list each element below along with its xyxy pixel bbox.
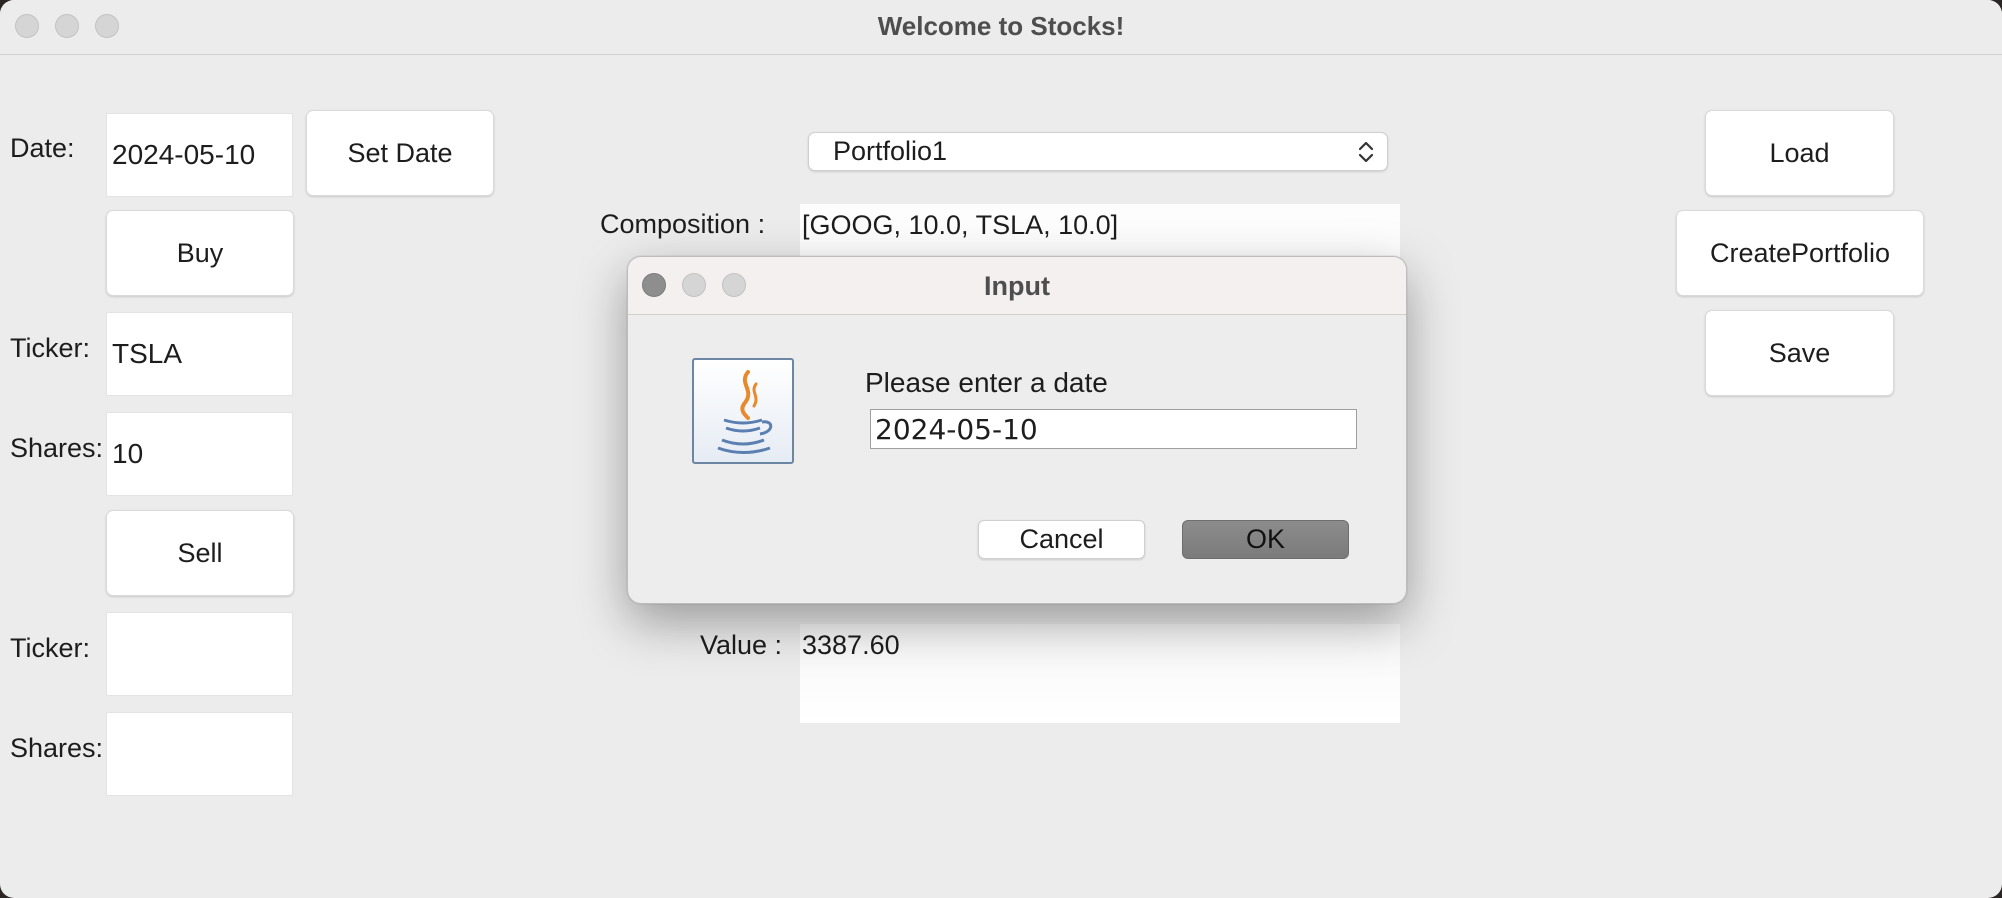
cancel-button[interactable]: Cancel [978, 520, 1145, 559]
input-dialog: Input Please enter a date 2024-05-10 Can… [627, 256, 1407, 604]
buy-ticker-field[interactable]: TSLA [106, 312, 293, 396]
ok-button[interactable]: OK [1182, 520, 1349, 559]
dialog-prompt: Please enter a date [865, 367, 1108, 398]
up-down-chevron-icon [1358, 141, 1374, 163]
portfolio-select[interactable]: Portfolio1 [808, 132, 1388, 171]
value-label: Value : [700, 630, 783, 660]
java-icon [692, 358, 794, 464]
date-label: Date: [10, 133, 75, 163]
create-portfolio-button[interactable]: CreatePortfolio [1676, 210, 1924, 296]
buy-shares-field[interactable]: 10 [106, 412, 293, 496]
date-field[interactable]: 2024-05-10 [106, 113, 293, 197]
dialog-titlebar: Input [628, 257, 1406, 315]
composition-label: Composition : [600, 209, 766, 239]
sell-shares-field[interactable] [106, 712, 293, 796]
save-button[interactable]: Save [1705, 310, 1894, 396]
buy-shares-label: Shares: [10, 433, 104, 463]
date-input[interactable]: 2024-05-10 [870, 409, 1357, 449]
load-button[interactable]: Load [1705, 110, 1894, 196]
sell-ticker-field[interactable] [106, 612, 293, 696]
portfolio-select-value: Portfolio1 [833, 136, 948, 166]
dialog-title: Input [984, 271, 1050, 301]
value-area: 3387.60 [800, 624, 1400, 723]
window-titlebar: Welcome to Stocks! [0, 0, 2002, 55]
main-window: Welcome to Stocks! Date: 2024-05-10 Set … [0, 0, 2002, 898]
window-title: Welcome to Stocks! [877, 11, 1125, 41]
sell-button[interactable]: Sell [106, 510, 294, 596]
sell-ticker-label: Ticker: [10, 633, 90, 663]
buy-ticker-label: Ticker: [10, 333, 90, 363]
set-date-button[interactable]: Set Date [306, 110, 494, 196]
sell-shares-label: Shares: [10, 733, 104, 763]
buy-button[interactable]: Buy [106, 210, 294, 296]
